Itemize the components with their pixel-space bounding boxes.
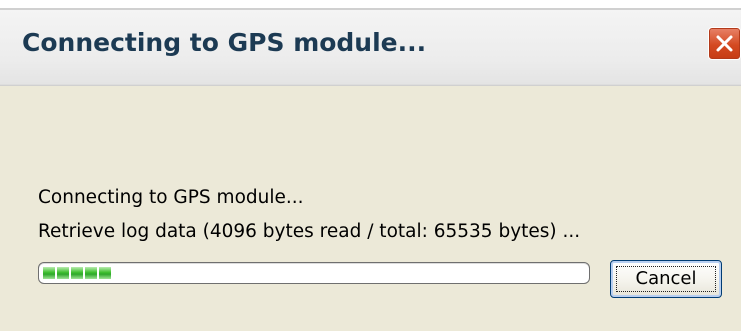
progress-block	[57, 267, 69, 279]
progress-fill	[43, 267, 111, 279]
progress-block	[99, 267, 111, 279]
close-button[interactable]	[708, 27, 741, 60]
progress-bar	[38, 262, 590, 284]
dialog-window: Connecting to GPS module... Connecting t…	[0, 0, 741, 331]
dialog-body: Connecting to GPS module... Retrieve log…	[0, 86, 741, 331]
status-text: Connecting to GPS module...	[38, 187, 304, 208]
progress-block	[71, 267, 83, 279]
progress-detail-text: Retrieve log data (4096 bytes read / tot…	[38, 221, 581, 242]
window-title: Connecting to GPS module...	[22, 28, 427, 57]
close-icon	[716, 35, 733, 52]
cancel-button[interactable]: Cancel	[610, 260, 722, 298]
progress-block	[85, 267, 97, 279]
title-bar[interactable]: Connecting to GPS module...	[0, 0, 741, 86]
progress-block	[43, 267, 55, 279]
